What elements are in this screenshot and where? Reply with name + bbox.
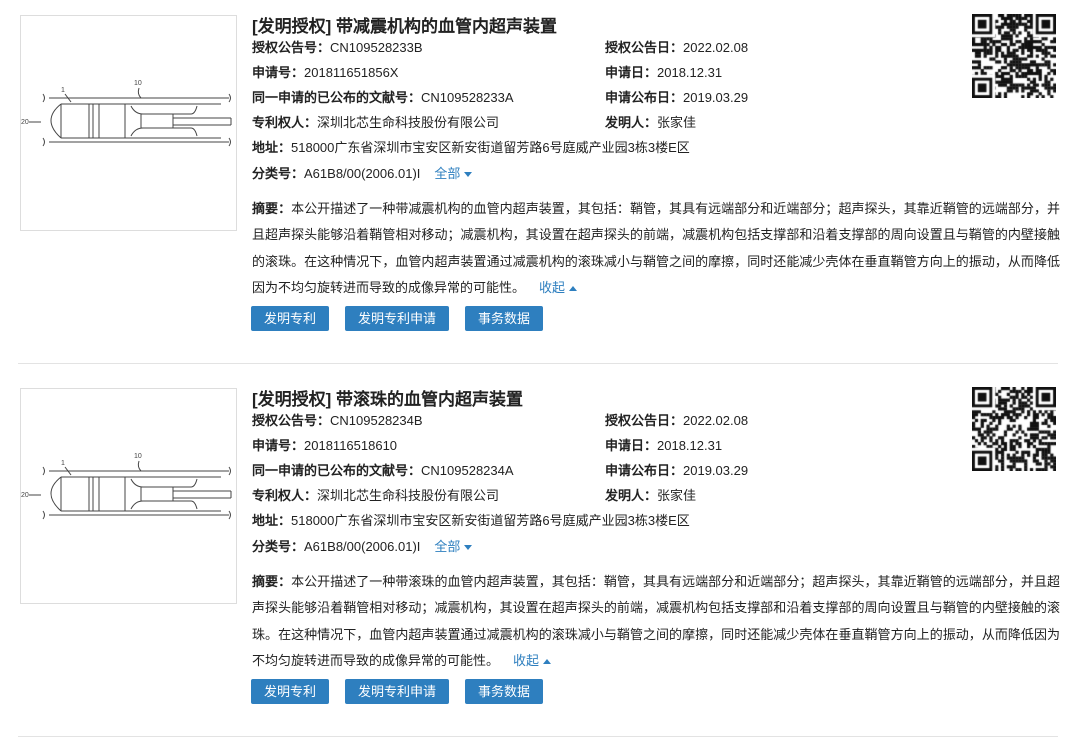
- fig-label-10: 10: [134, 80, 142, 87]
- patent-title[interactable]: [发明授权] 带减震机构的血管内超声装置: [252, 12, 557, 37]
- caret-down-icon: [464, 172, 473, 178]
- caret-up-icon: [543, 658, 552, 664]
- abstract: 摘要：本公开描述了一种带滚珠的血管内超声装置，其包括：鞘管，其具有远端部分和近端…: [252, 574, 1060, 668]
- fig-label-20: 20: [21, 119, 29, 126]
- qr-code: [972, 387, 1056, 471]
- fig-label-10: 10: [134, 453, 142, 460]
- invention-application-button[interactable]: 发明专利申请: [345, 306, 450, 331]
- application-date: 申请日：2018.12.31: [605, 65, 723, 80]
- patent-drawing-thumbnail[interactable]: 1 10 20: [20, 15, 237, 231]
- grant-date: 授权公告日：2022.02.08: [605, 413, 749, 428]
- address: 地址：518000广东省深圳市宝安区新安街道留芳路6号庭威产业园3栋3楼E区: [252, 513, 690, 528]
- collapse-link[interactable]: 收起: [513, 653, 552, 668]
- caret-down-icon: [464, 545, 473, 551]
- divider: [18, 363, 1058, 364]
- fig-label-20: 20: [21, 492, 29, 499]
- collapse-link[interactable]: 收起: [539, 280, 578, 295]
- transaction-data-button[interactable]: 事务数据: [465, 679, 544, 704]
- transaction-data-button[interactable]: 事务数据: [465, 306, 544, 331]
- show-all-classes-link[interactable]: 全部: [434, 539, 473, 554]
- publication-date: 申请公布日：2019.03.29: [605, 90, 749, 105]
- application-no: 申请号：2018116518610: [252, 438, 398, 453]
- same-application-doc: 同一申请的已公布的文献号：CN109528234A: [252, 463, 514, 478]
- invention-application-button[interactable]: 发明专利申请: [345, 679, 450, 704]
- show-all-classes-link[interactable]: 全部: [434, 166, 473, 181]
- same-application-doc: 同一申请的已公布的文献号：CN109528233A: [252, 90, 514, 105]
- inventor: 发明人：张家佳: [605, 488, 697, 503]
- application-no: 申请号：201811651856X: [252, 65, 399, 80]
- qr-code: [972, 14, 1056, 98]
- address: 地址：518000广东省深圳市宝安区新安街道留芳路6号庭威产业园3栋3楼E区: [252, 140, 690, 155]
- grant-date: 授权公告日：2022.02.08: [605, 40, 749, 55]
- patent-title[interactable]: [发明授权] 带滚珠的血管内超声装置: [252, 385, 523, 410]
- patent-drawing-thumbnail[interactable]: 1 10 20: [20, 388, 237, 604]
- inventor: 发明人：张家佳: [605, 115, 697, 130]
- fig-label-1: 1: [61, 87, 65, 94]
- patent-result: 1 10 20 [发明授权] 带滚珠的血管内超声装置 授权公告号：CN10952…: [0, 373, 1080, 746]
- patentee: 专利权人：深圳北芯生命科技股份有限公司: [252, 488, 500, 503]
- patent-result: 1 10 20 [发明授权] 带减震机构的血管内超声装置 授权公告号：CN109…: [0, 0, 1080, 373]
- divider: [18, 736, 1058, 737]
- classification: 分类号：A61B8/00(2006.01)I 全部: [252, 537, 473, 557]
- invention-patent-button[interactable]: 发明专利: [251, 679, 330, 704]
- grant-no: 授权公告号：CN109528234B: [252, 413, 423, 428]
- grant-no: 授权公告号：CN109528233B: [252, 40, 423, 55]
- classification: 分类号：A61B8/00(2006.01)I 全部: [252, 164, 473, 184]
- publication-date: 申请公布日：2019.03.29: [605, 463, 749, 478]
- device-drawing: 1 10 20: [21, 80, 232, 147]
- application-date: 申请日：2018.12.31: [605, 438, 723, 453]
- fig-label-1: 1: [61, 460, 65, 467]
- device-drawing: 1 10 20: [21, 453, 232, 520]
- invention-patent-button[interactable]: 发明专利: [251, 306, 330, 331]
- abstract: 摘要：本公开描述了一种带减震机构的血管内超声装置，其包括：鞘管，其具有远端部分和…: [252, 201, 1060, 295]
- patentee: 专利权人：深圳北芯生命科技股份有限公司: [252, 115, 500, 130]
- caret-up-icon: [569, 285, 578, 291]
